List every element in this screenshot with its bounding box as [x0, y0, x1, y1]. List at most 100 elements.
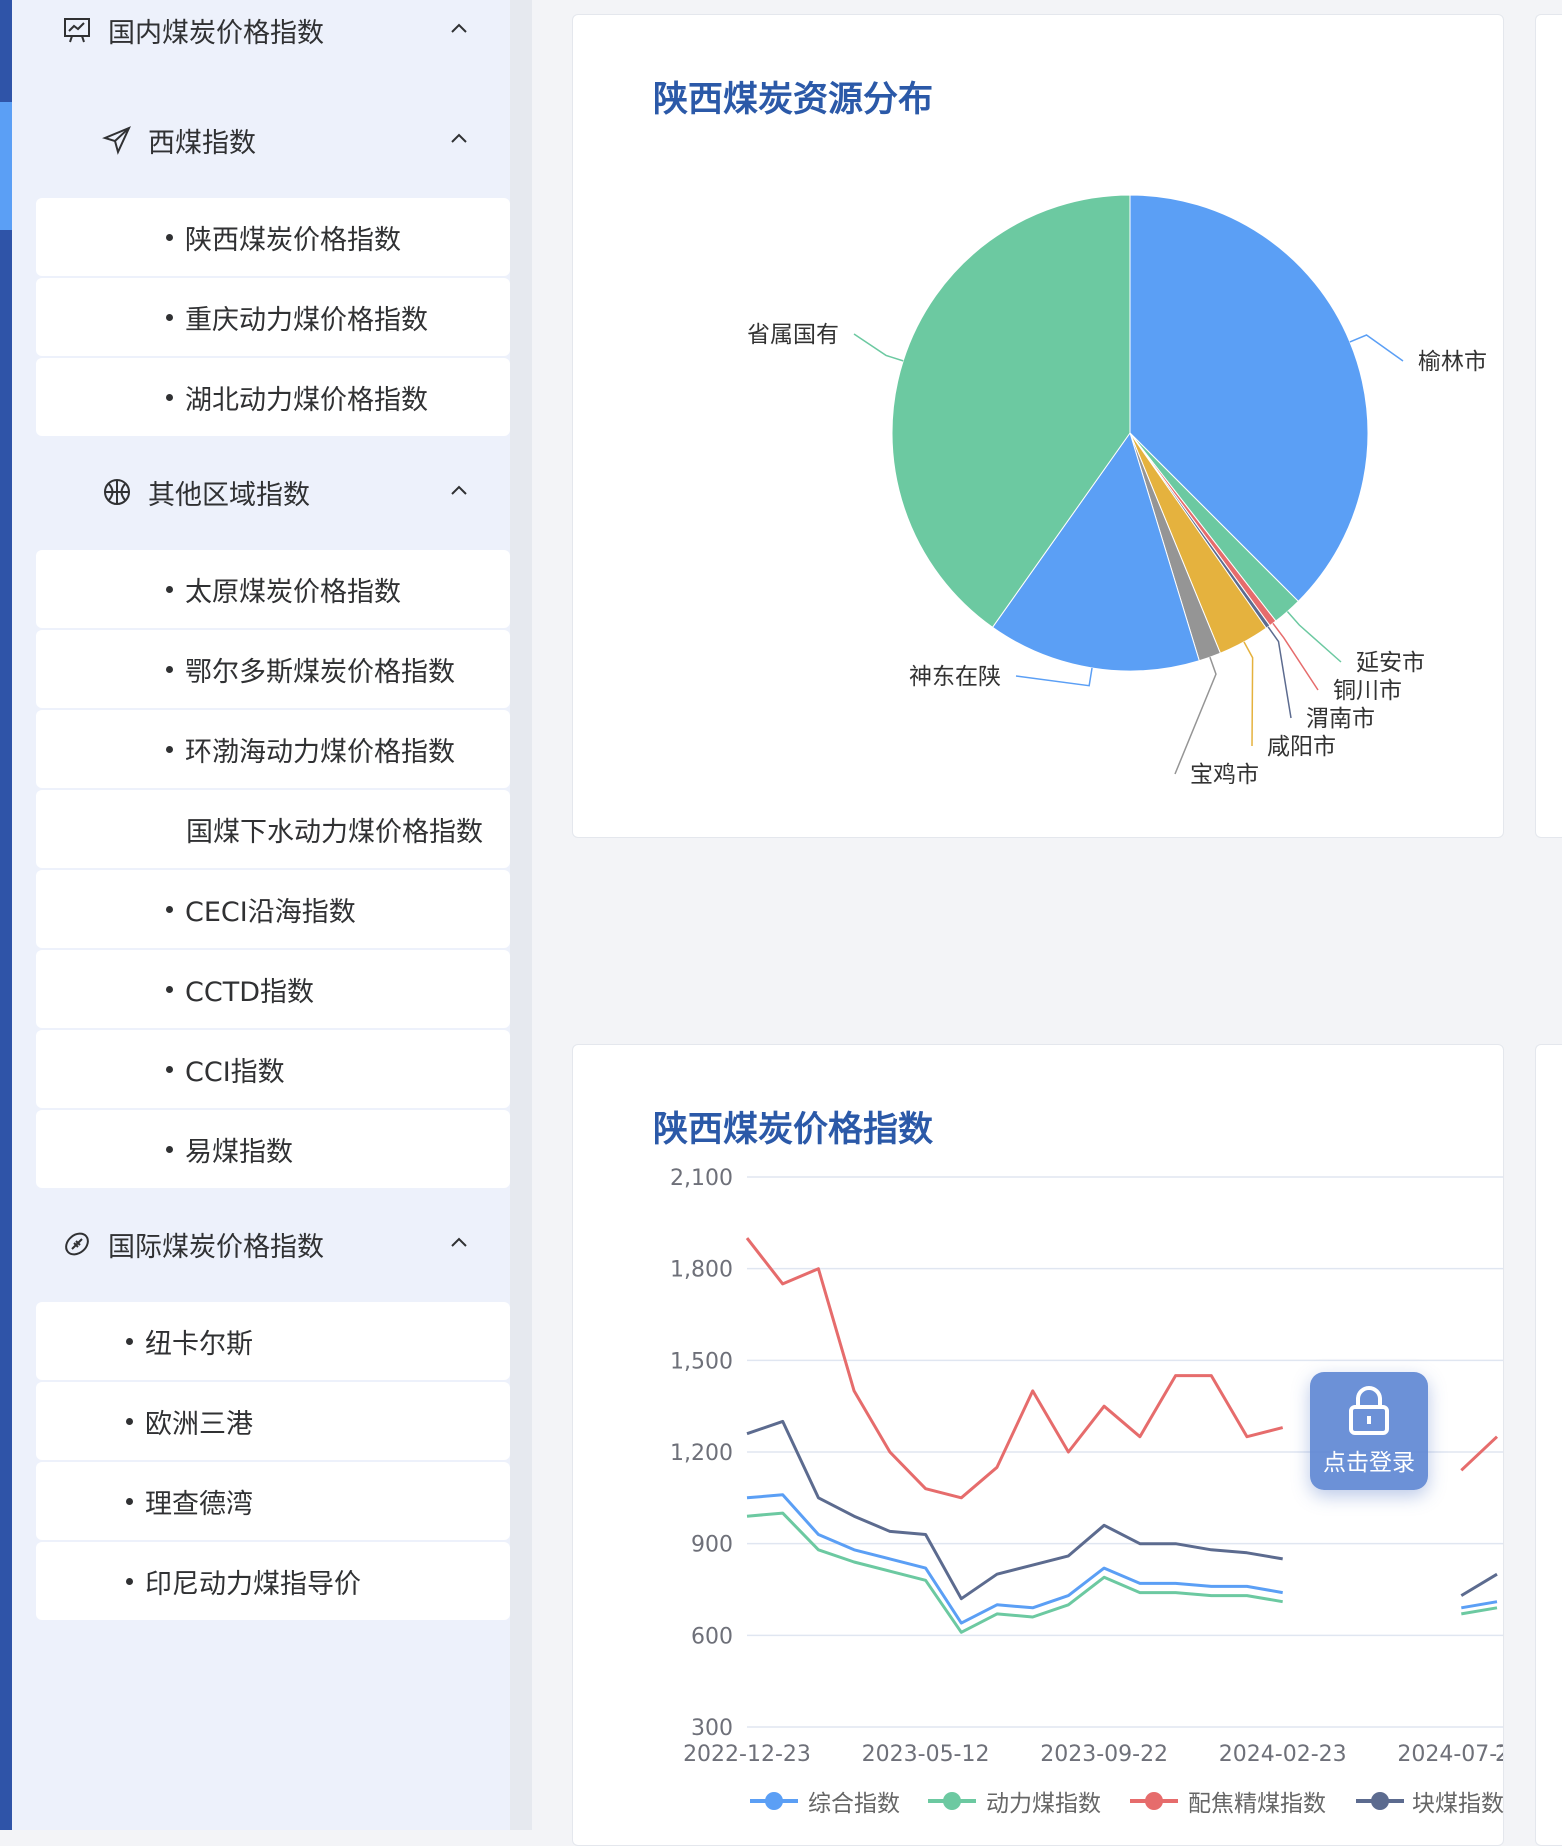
menu-group-domestic-label: 国内煤炭价格指数 — [108, 17, 324, 49]
pie-label: 省属国有 — [747, 322, 839, 348]
menu-item-label: 国煤下水动力煤价格指数 — [186, 816, 483, 848]
bullet-dot — [166, 905, 173, 913]
chart-board-icon — [60, 13, 94, 47]
menu-group-other[interactable]: 其他区域指数 — [12, 452, 510, 532]
legend-item-composite[interactable]: 综合指数 — [748, 1786, 900, 1817]
chevron-up-icon — [451, 133, 467, 143]
bullet-dot — [166, 665, 173, 673]
bullet-dot — [166, 1145, 173, 1153]
menu-item-ara[interactable]: 欧洲三港 — [36, 1382, 510, 1460]
menu-item-indonesia[interactable]: 印尼动力煤指导价 — [36, 1542, 510, 1620]
x-tick-label: 2 — [1495, 1742, 1503, 1767]
pie-label: 铜川市 — [1333, 678, 1402, 704]
menu-item-ordos[interactable]: 鄂尔多斯煤炭价格指数 — [36, 630, 510, 708]
legend-marker — [1356, 1792, 1404, 1810]
legend-item-coking[interactable]: 配焦精煤指数 — [1128, 1786, 1326, 1817]
menu-item-label: 环渤海动力煤价格指数 — [185, 736, 455, 768]
menu-item-label: 太原煤炭价格指数 — [185, 576, 401, 608]
bullet-dot — [166, 1065, 173, 1073]
menu-item-label: 理查德湾 — [145, 1488, 253, 1520]
menu-item-richards-bay[interactable]: 理查德湾 — [36, 1462, 510, 1540]
menu-group-west[interactable]: 西煤指数 — [12, 100, 510, 180]
chevron-up-icon — [451, 485, 467, 495]
menu-item-bohai[interactable]: 环渤海动力煤价格指数 — [36, 710, 510, 788]
menu-item-label: CCI指数 — [185, 1056, 285, 1088]
legend-label: 块煤指数 — [1412, 1791, 1504, 1816]
pie-label: 榆林市 — [1418, 349, 1487, 375]
pie-label-line — [1272, 622, 1319, 691]
menu-item-label: CECI沿海指数 — [185, 896, 356, 928]
basketball-icon — [100, 475, 134, 509]
y-tick-label: 1,500 — [670, 1349, 733, 1374]
legend-label: 动力煤指数 — [986, 1791, 1101, 1817]
legend-item-lump[interactable]: 块煤指数 — [1354, 1786, 1504, 1816]
sidebar-edge-bar — [0, 0, 12, 1830]
menu-group-domestic[interactable]: 国内煤炭价格指数 — [12, 0, 510, 70]
series-line[interactable] — [746, 1511, 1498, 1634]
legend-label: 配焦精煤指数 — [1188, 1791, 1326, 1817]
bullet-dot — [126, 1577, 133, 1585]
x-tick-label: 2024-02-23 — [1219, 1742, 1347, 1767]
bullet-dot — [126, 1417, 133, 1425]
sidebar: 国内煤炭价格指数 西煤指数 陕西煤炭价格指数 重庆动力煤价格指数 湖北动力煤价格… — [12, 0, 510, 1830]
pie-label: 延安市 — [1356, 650, 1425, 676]
y-tick-label: 1,200 — [670, 1441, 733, 1466]
pie-label-line — [1015, 667, 1093, 687]
pie-label-line — [1349, 334, 1404, 362]
legend-item-thermal[interactable]: 动力煤指数 — [926, 1786, 1101, 1817]
lock-icon — [1349, 1386, 1389, 1435]
menu-group-west-label: 西煤指数 — [148, 127, 256, 159]
pie-label-line — [1174, 656, 1217, 775]
pie-label: 神东在陕 — [909, 664, 1001, 690]
menu-item-hubei[interactable]: 湖北动力煤价格指数 — [36, 358, 510, 436]
bullet-dot — [126, 1497, 133, 1505]
menu-item-yimei[interactable]: 易煤指数 — [36, 1110, 510, 1188]
menu-item-cci[interactable]: CCI指数 — [36, 1030, 510, 1108]
menu-group-other-label: 其他区域指数 — [148, 479, 310, 511]
pie-chart: 榆林市延安市铜川市渭南市咸阳市宝鸡市 神东在陕 省属国有 — [747, 194, 1487, 788]
pie-label-line — [1243, 641, 1254, 747]
x-tick-label: 2023-09-22 — [1040, 1742, 1168, 1767]
x-tick-label: 2024-07-12 — [1397, 1742, 1503, 1767]
login-button[interactable]: 点击登录 — [1310, 1372, 1428, 1490]
bullet-dot — [166, 313, 173, 321]
legend-label: 综合指数 — [808, 1791, 900, 1817]
series-line[interactable] — [746, 1493, 1498, 1625]
legend-marker — [1130, 1792, 1178, 1810]
menu-item-chongqing[interactable]: 重庆动力煤价格指数 — [36, 278, 510, 356]
menu-item-cctd[interactable]: CCTD指数 — [36, 950, 510, 1028]
pie-label-line — [1267, 626, 1292, 719]
sidebar-divider — [510, 0, 532, 1830]
pie-card: 陕西煤炭资源分布 榆林市 延安市 铜川市 渭南市 咸阳市 宝鸡市 神东在陕 省属国有 — [572, 14, 1504, 838]
pie-label: 宝鸡市 — [1190, 762, 1259, 788]
menu-item-guomei[interactable]: 国煤下水动力煤价格指数 — [36, 790, 510, 868]
chevron-up-icon — [451, 23, 467, 33]
legend-marker — [928, 1792, 976, 1810]
y-tick-label: 300 — [691, 1716, 733, 1741]
y-tick-label: 1,800 — [670, 1258, 733, 1283]
menu-item-newcastle[interactable]: 纽卡尔斯 — [36, 1302, 510, 1380]
menu-group-intl[interactable]: 国际煤炭价格指数 — [12, 1204, 510, 1284]
menu-item-label: 鄂尔多斯煤炭价格指数 — [185, 656, 455, 688]
menu-item-label: 纽卡尔斯 — [145, 1328, 253, 1360]
menu-item-shaanxi[interactable]: 陕西煤炭价格指数 — [36, 198, 510, 276]
bullet-dot — [126, 1337, 133, 1345]
menu-item-label: 易煤指数 — [185, 1136, 293, 1168]
send-icon — [100, 123, 134, 157]
bullet-dot — [166, 745, 173, 753]
bullet-dot — [166, 393, 173, 401]
menu-group-intl-label: 国际煤炭价格指数 — [108, 1231, 324, 1263]
menu-item-ceci[interactable]: CECI沿海指数 — [36, 870, 510, 948]
x-tick-label: 2023-05-12 — [862, 1742, 990, 1767]
bullet-dot — [166, 985, 173, 993]
y-tick-label: 2,100 — [670, 1166, 733, 1191]
x-tick-label: 2022-12-23 — [683, 1742, 811, 1767]
pie-label: 渭南市 — [1306, 706, 1375, 732]
bullet-dot — [166, 585, 173, 593]
football-icon — [60, 1227, 94, 1261]
menu-item-taiyuan[interactable]: 太原煤炭价格指数 — [36, 550, 510, 628]
login-button-label: 点击登录 — [1323, 1450, 1415, 1476]
pie-label-line — [853, 333, 904, 362]
pie-label: 咸阳市 — [1267, 734, 1336, 760]
menu-item-label: 湖北动力煤价格指数 — [185, 384, 428, 416]
